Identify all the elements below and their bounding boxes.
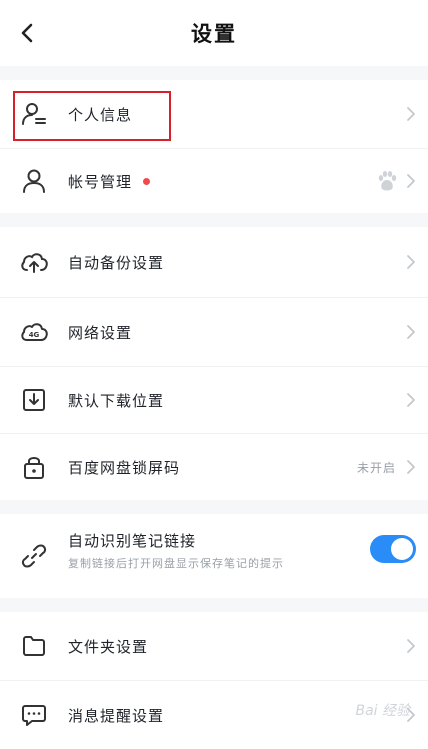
settings-item-sublabel: 复制链接后打开网盘显示保存笔记的提示 [68,557,284,570]
svg-text:4G: 4G [29,331,40,339]
settings-item-label: 文件夹设置 [68,637,149,656]
chevron-right-icon [407,325,415,339]
toggle-knob [391,538,413,560]
chevron-right-icon [407,107,415,121]
settings-item-label: 消息提醒设置 [68,706,165,725]
baidu-paw-icon [378,171,397,191]
settings-item-note-link: 自动识别笔记链接 复制链接后打开网盘显示保存笔记的提示 [0,514,428,598]
section-gap [0,66,428,80]
chevron-right-icon [407,639,415,653]
download-box-icon [19,385,49,415]
header: 设置 [0,0,428,66]
settings-item-label: 百度网盘锁屏码 [68,458,181,477]
settings-item-lock-code[interactable]: 百度网盘锁屏码 未开启 [0,434,428,500]
settings-item-label: 网络设置 [68,323,133,342]
section-gap [0,500,428,514]
cloud-upload-icon [19,247,49,277]
settings-item-network[interactable]: 4G 网络设置 [0,298,428,366]
page-title: 设置 [191,22,237,46]
folder-icon [19,631,49,661]
settings-item-label: 默认下载位置 [68,391,165,410]
lock-icon [19,452,49,482]
section-gap [0,598,428,612]
notification-dot [143,178,150,185]
note-link-toggle[interactable] [370,535,416,563]
settings-item-label: 帐号管理 [68,172,133,191]
lock-status-text: 未开启 [356,460,396,475]
section-gap [0,213,428,227]
settings-item-download-location[interactable]: 默认下载位置 [0,367,428,433]
settings-item-auto-backup[interactable]: 自动备份设置 [0,227,428,297]
settings-item-folder[interactable]: 文件夹设置 [0,612,428,680]
settings-item-account[interactable]: 帐号管理 [0,149,428,213]
highlight-box [13,91,171,141]
chevron-right-icon [407,174,415,188]
chevron-right-icon [407,255,415,269]
chevron-right-icon [407,460,415,474]
settings-item-label: 自动识别笔记链接 [68,532,197,550]
watermark: Bai 经验 [355,703,410,719]
link-icon [19,541,49,571]
cloud-4g-icon: 4G [19,317,49,347]
settings-item-label: 自动备份设置 [68,253,165,272]
person-icon [19,166,49,196]
chevron-right-icon [407,393,415,407]
message-icon [19,700,49,730]
